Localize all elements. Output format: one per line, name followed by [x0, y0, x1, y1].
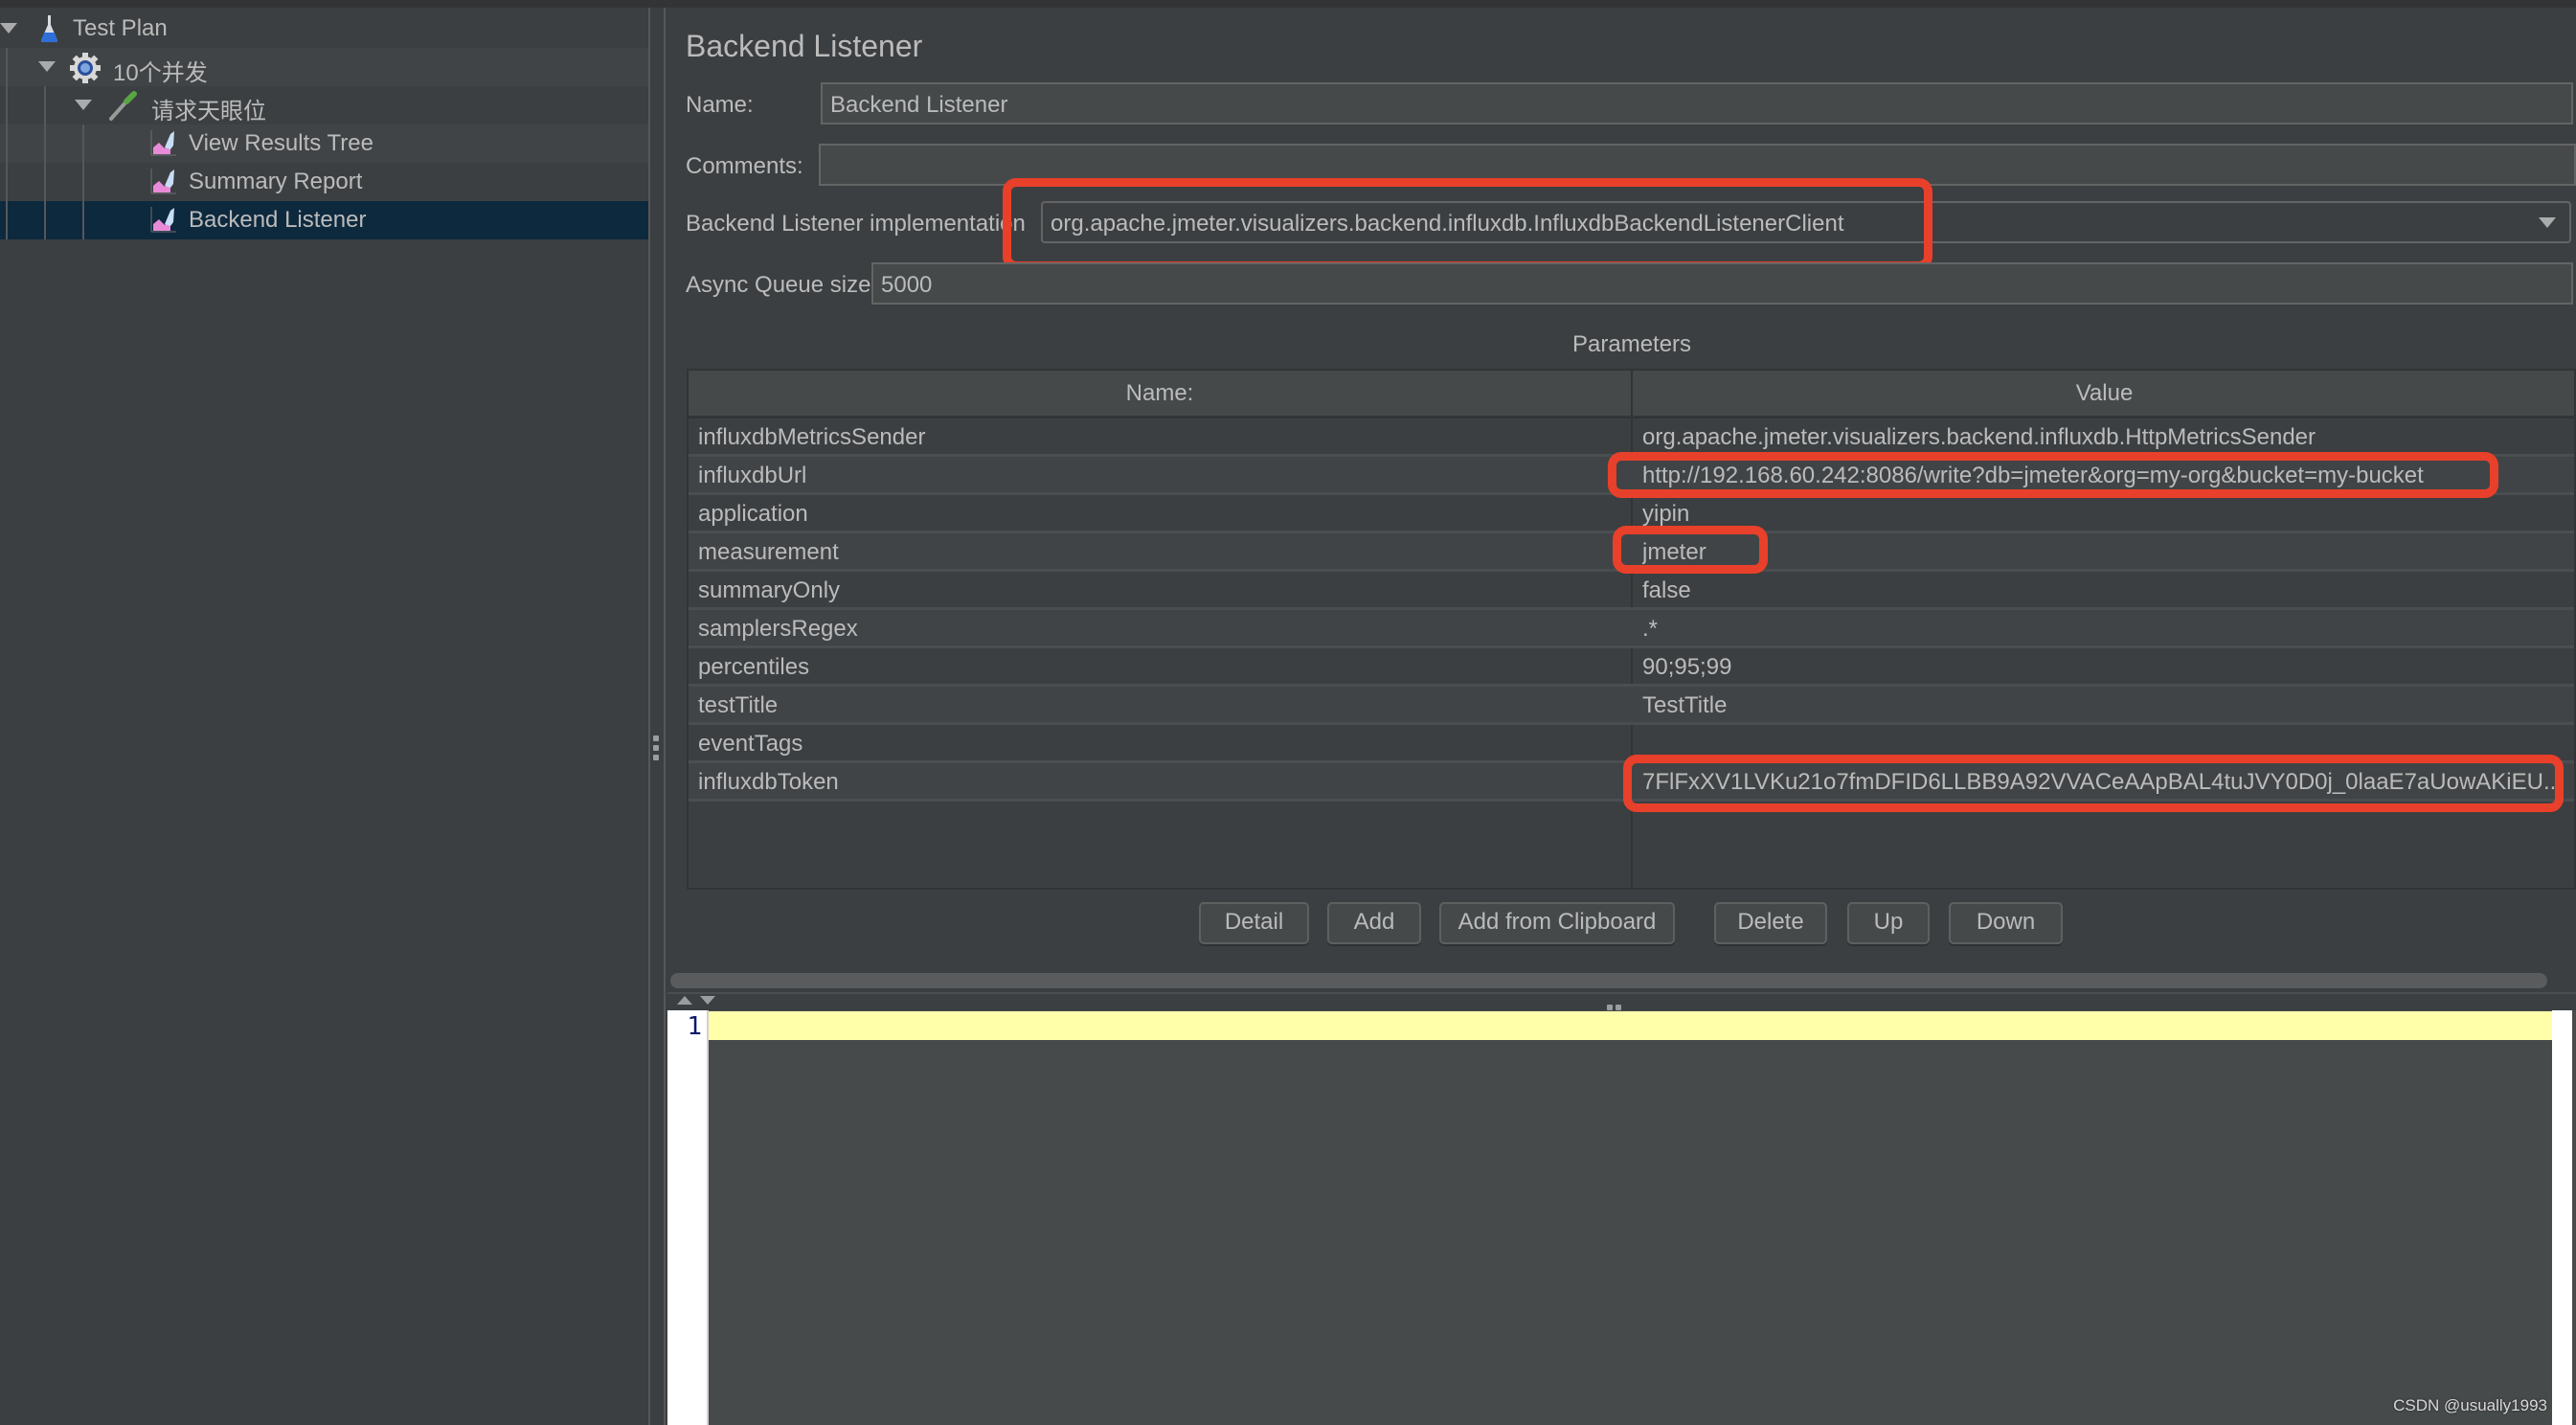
- param-value-cell[interactable]: .*: [1642, 616, 2566, 643]
- tree-item-label: 10个并发: [113, 60, 208, 86]
- table-row[interactable]: eventTags: [689, 725, 2574, 763]
- tree-item-summary-report[interactable]: Summary Report: [0, 163, 648, 201]
- implementation-combobox[interactable]: org.apache.jmeter.visualizers.backend.in…: [1041, 201, 2571, 243]
- detail-button[interactable]: Detail: [1199, 902, 1309, 944]
- tree-connector-line: [44, 86, 46, 239]
- line-number: 1: [687, 1012, 702, 1041]
- param-name-cell[interactable]: summaryOnly: [698, 577, 1617, 604]
- flask-icon: [34, 13, 65, 44]
- param-name-cell[interactable]: percentiles: [698, 654, 1617, 681]
- tree-item-view-results-tree[interactable]: View Results Tree: [0, 124, 648, 163]
- param-value-cell[interactable]: http://192.168.60.242:8086/write?db=jmet…: [1642, 463, 2566, 489]
- test-plan-tree: Test Plan 10个并发 请求天眼位 View Results Tree …: [0, 8, 648, 1425]
- current-line-highlight[interactable]: [709, 1011, 2552, 1040]
- tree-item-label: 请求天眼位: [151, 99, 266, 124]
- param-name-cell[interactable]: testTitle: [698, 692, 1617, 719]
- table-row[interactable]: percentiles 90;95;99: [689, 648, 2574, 687]
- param-name-cell[interactable]: influxdbUrl: [698, 463, 1617, 489]
- splitter-grip-icon[interactable]: [1607, 998, 1630, 1028]
- column-header-name[interactable]: Name:: [689, 380, 1631, 407]
- tree-item-sampler[interactable]: 请求天眼位: [0, 86, 648, 124]
- name-label: Name:: [686, 92, 754, 118]
- param-name-cell[interactable]: influxdbMetricsSender: [698, 424, 1617, 451]
- add-button[interactable]: Add: [1327, 902, 1421, 944]
- listener-graph-icon: [149, 167, 180, 197]
- tree-item-label: Test Plan: [73, 15, 168, 41]
- watermark: CSDN @usually1993: [2393, 1396, 2547, 1414]
- add-from-clipboard-button[interactable]: Add from Clipboard: [1439, 902, 1675, 944]
- param-value-cell[interactable]: 90;95;99: [1642, 654, 2566, 681]
- comments-label: Comments:: [686, 153, 803, 179]
- table-row[interactable]: testTitle TestTitle: [689, 687, 2574, 725]
- down-button[interactable]: Down: [1949, 902, 2063, 944]
- param-name-cell[interactable]: samplersRegex: [698, 616, 1617, 643]
- tree-item-label: View Results Tree: [189, 130, 373, 156]
- table-row[interactable]: application yipin: [689, 495, 2574, 533]
- split-pane-divider[interactable]: [648, 8, 666, 1425]
- table-row[interactable]: summaryOnly false: [689, 572, 2574, 610]
- tree-item-label: Backend Listener: [189, 207, 367, 233]
- param-value-cell[interactable]: yipin: [1642, 501, 2566, 528]
- divider-grip-icon[interactable]: [653, 735, 659, 760]
- implementation-value: org.apache.jmeter.visualizers.backend.in…: [1051, 211, 1844, 237]
- listener-graph-icon: [149, 205, 180, 236]
- table-row[interactable]: influxdbToken 7FlFxXV1LVKu21o7fmDFID6LLBB…: [689, 763, 2574, 802]
- table-row[interactable]: influxdbMetricsSender org.apache.jmeter.v…: [689, 418, 2574, 457]
- collapse-up-arrow-icon[interactable]: [677, 996, 692, 1005]
- queue-size-field[interactable]: 5000: [871, 262, 2573, 305]
- up-button[interactable]: Up: [1847, 902, 1930, 944]
- queue-size-label: Async Queue size: [686, 272, 871, 298]
- param-value-cell[interactable]: 7FlFxXV1LVKu21o7fmDFID6LLBB9A92VVACeAApB…: [1642, 769, 2566, 796]
- page-title: Backend Listener: [686, 29, 923, 63]
- line-number-gutter: [667, 1010, 709, 1425]
- implementation-label: Backend Listener implementation: [686, 211, 1026, 237]
- expand-arrow-icon[interactable]: [75, 100, 92, 110]
- param-value-cell[interactable]: org.apache.jmeter.visualizers.backend.in…: [1642, 424, 2566, 451]
- tree-item-test-plan[interactable]: Test Plan: [0, 10, 648, 48]
- listener-graph-icon: [149, 128, 180, 159]
- param-name-cell[interactable]: influxdbToken: [698, 769, 1617, 796]
- expand-arrow-icon[interactable]: [0, 23, 17, 34]
- table-row[interactable]: influxdbUrl http://192.168.60.242:8086/wr…: [689, 457, 2574, 495]
- parameters-heading: Parameters: [1572, 331, 1692, 357]
- tree-connector-line: [82, 124, 84, 239]
- table-row[interactable]: measurement jmeter: [689, 533, 2574, 572]
- tree-item-thread-group[interactable]: 10个并发: [0, 48, 648, 86]
- param-value-cell[interactable]: jmeter: [1642, 539, 2566, 566]
- param-name-cell[interactable]: eventTags: [698, 731, 1617, 758]
- gear-icon: [69, 52, 101, 83]
- table-row[interactable]: samplersRegex .*: [689, 610, 2574, 648]
- name-field[interactable]: Backend Listener: [821, 82, 2573, 124]
- pipette-icon: [107, 90, 138, 121]
- parameters-table: Name: Value influxdbMetricsSender org.apa…: [687, 369, 2576, 890]
- chevron-down-icon[interactable]: [2539, 217, 2556, 228]
- script-editor[interactable]: [667, 1010, 2552, 1425]
- comments-field[interactable]: [819, 144, 2576, 186]
- horizontal-scrollbar[interactable]: [670, 973, 2547, 988]
- param-value-cell[interactable]: TestTitle: [1642, 692, 2566, 719]
- window-right-edge: [2572, 1010, 2576, 1425]
- param-name-cell[interactable]: measurement: [698, 539, 1617, 566]
- param-name-cell[interactable]: application: [698, 501, 1617, 528]
- tree-item-backend-listener[interactable]: Backend Listener: [0, 201, 648, 239]
- tree-item-label: Summary Report: [189, 169, 363, 194]
- delete-button[interactable]: Delete: [1714, 902, 1827, 944]
- param-value-cell[interactable]: false: [1642, 577, 2566, 604]
- tree-connector-line: [6, 48, 8, 239]
- expand-arrow-icon[interactable]: [38, 61, 56, 72]
- window-top-strip: [0, 0, 2576, 8]
- column-header-value[interactable]: Value: [1633, 380, 2574, 407]
- expand-down-arrow-icon[interactable]: [700, 996, 715, 1005]
